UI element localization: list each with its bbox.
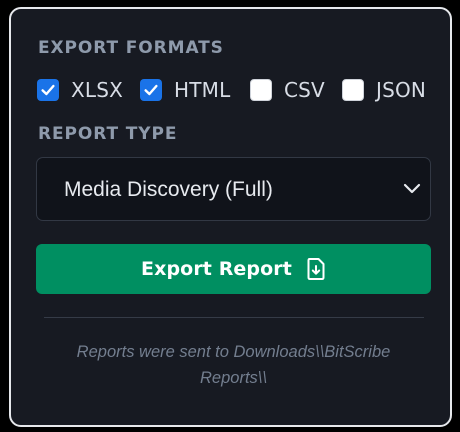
- export-panel: EXPORT FORMATS XLSX HTML CSV JSON REPORT…: [9, 7, 452, 427]
- html-label: HTML: [174, 78, 231, 102]
- export-report-button[interactable]: Export Report: [36, 244, 431, 294]
- check-icon: [144, 84, 158, 96]
- file-download-icon: [306, 257, 326, 281]
- chevron-down-icon: [403, 183, 421, 194]
- format-option-csv[interactable]: CSV: [250, 77, 325, 103]
- format-option-json[interactable]: JSON: [342, 77, 426, 103]
- xlsx-label: XLSX: [71, 78, 124, 102]
- json-checkbox[interactable]: [342, 79, 364, 101]
- divider: [44, 317, 424, 318]
- json-label: JSON: [376, 78, 427, 102]
- format-option-xlsx[interactable]: XLSX: [37, 77, 123, 103]
- report-type-select[interactable]: Media Discovery (Full): [36, 157, 431, 221]
- status-message: Reports were sent to Downloads\\BitScrib…: [76, 343, 391, 387]
- report-type-heading: REPORT TYPE: [38, 124, 178, 144]
- format-option-html[interactable]: HTML: [140, 77, 230, 103]
- export-report-label: Export Report: [141, 258, 292, 280]
- report-type-value: Media Discovery (Full): [64, 178, 273, 201]
- html-checkbox[interactable]: [140, 79, 162, 101]
- csv-label: CSV: [284, 78, 325, 102]
- xlsx-checkbox[interactable]: [37, 79, 59, 101]
- csv-checkbox[interactable]: [250, 79, 272, 101]
- check-icon: [41, 84, 55, 96]
- export-formats-heading: EXPORT FORMATS: [38, 38, 224, 58]
